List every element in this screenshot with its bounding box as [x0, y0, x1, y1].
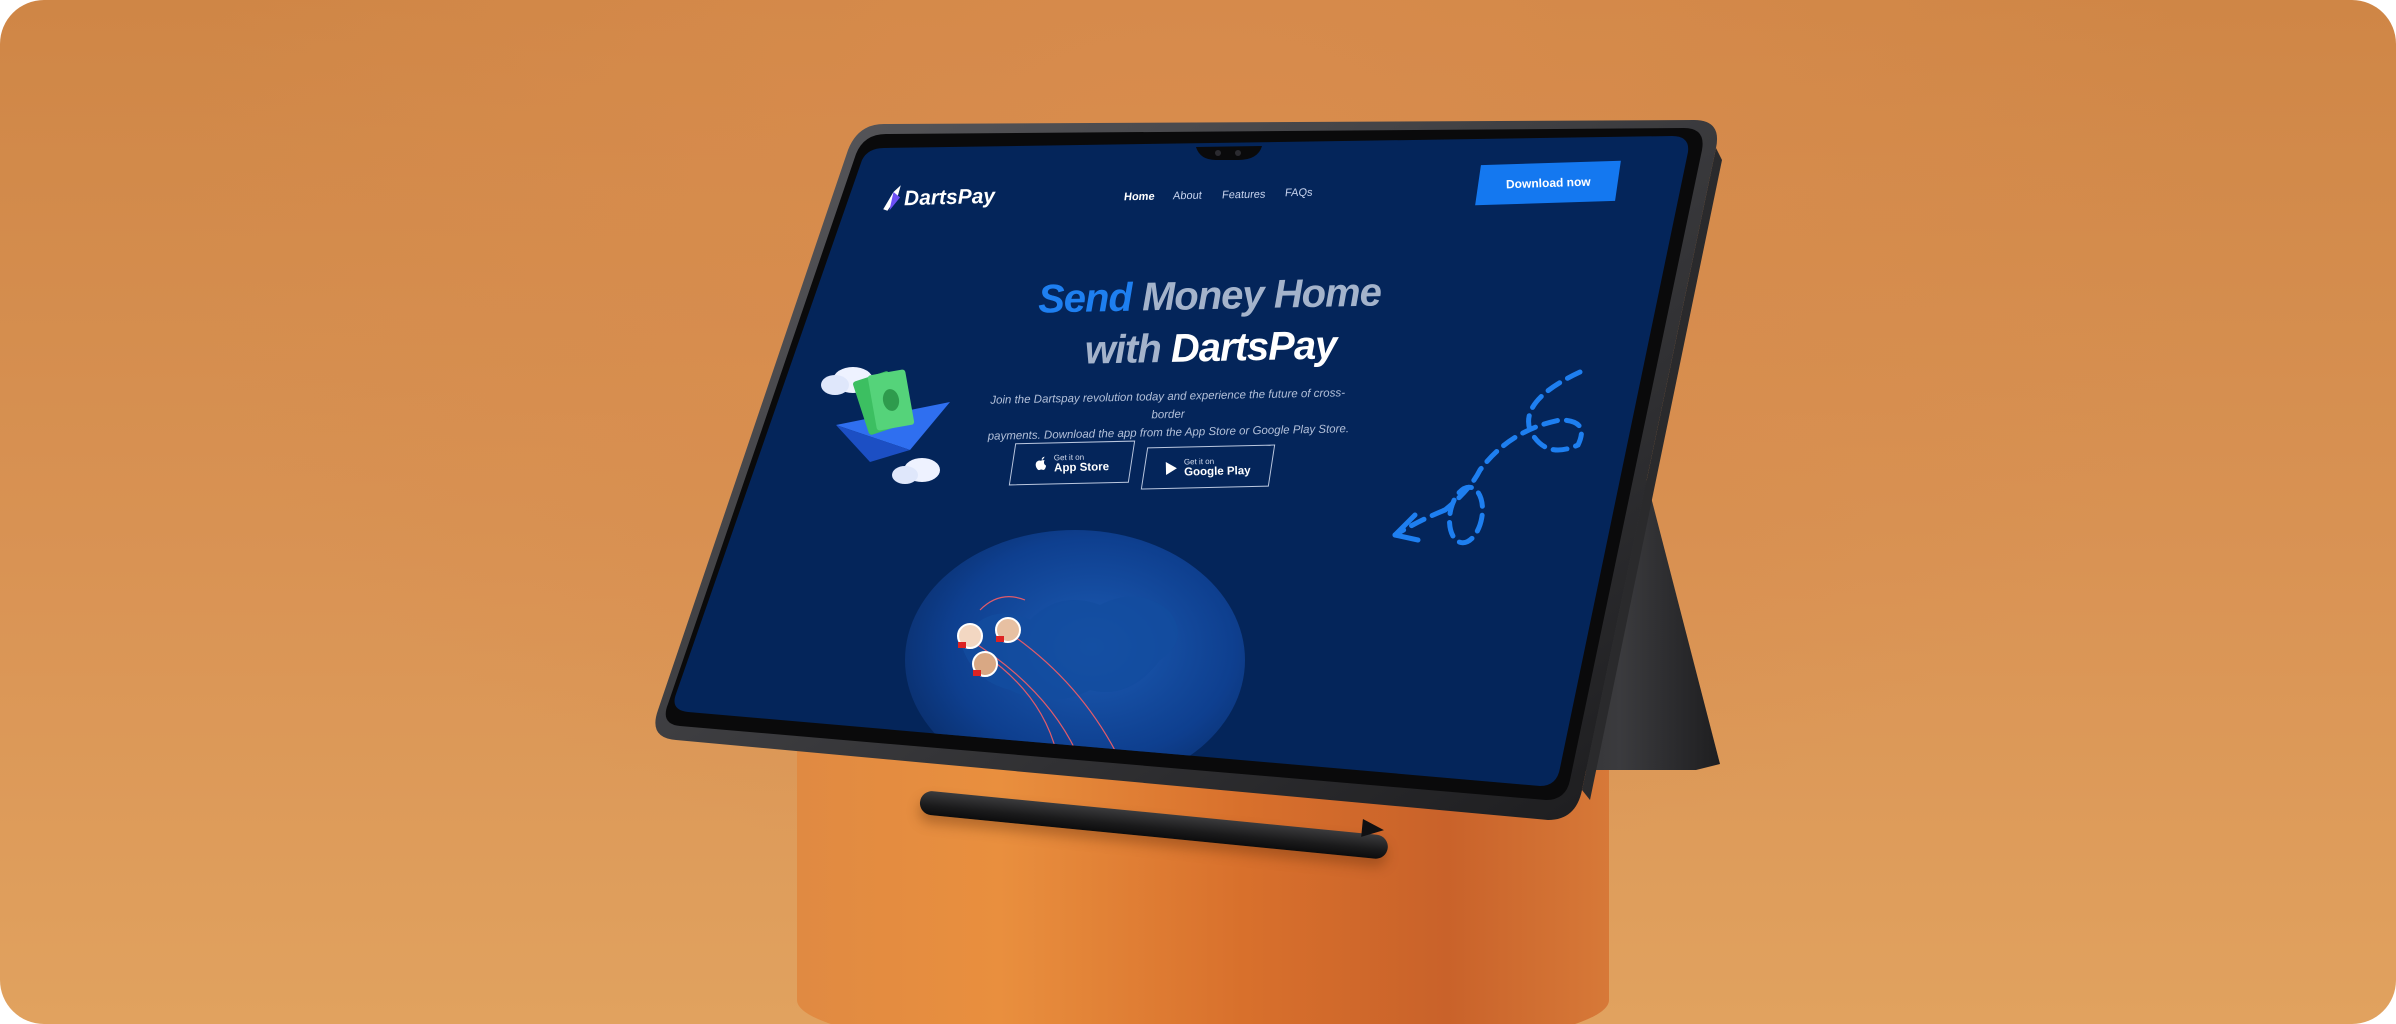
play-icon: [1165, 461, 1178, 475]
stylus-tip: [1361, 818, 1385, 840]
apple-icon: [1035, 456, 1047, 471]
download-now-label: Download now: [1505, 174, 1591, 192]
hero-title-word-with: with: [1084, 327, 1162, 373]
google-play-button[interactable]: Get it on Google Play: [1140, 444, 1276, 490]
nav-faqs[interactable]: FAQs: [1284, 187, 1313, 200]
download-now-button[interactable]: Download now: [1475, 160, 1621, 206]
brand-name[interactable]: DartsPay: [904, 185, 996, 211]
app-store-big-label: App Store: [1053, 461, 1110, 475]
nav-features[interactable]: Features: [1221, 189, 1266, 202]
tablet-device: [0, 0, 2396, 1024]
mockup-scene: DartsPay Home About Features FAQs Downlo…: [0, 0, 2396, 1024]
hero-title-word-money-home: Money Home: [1141, 270, 1382, 320]
hero-title: Send Money Home with DartsPay: [1009, 266, 1411, 378]
nav-home[interactable]: Home: [1123, 191, 1155, 204]
hero-subtitle: Join the Dartspay revolution today and e…: [977, 384, 1358, 446]
google-play-big-label: Google Play: [1184, 465, 1251, 479]
nav-about[interactable]: About: [1172, 190, 1202, 203]
hero-title-word-brand: DartsPay: [1170, 323, 1337, 371]
hero-title-word-send: Send: [1037, 275, 1133, 322]
app-store-button[interactable]: Get it on App Store: [1008, 440, 1136, 486]
tablet-body: [655, 120, 1722, 820]
